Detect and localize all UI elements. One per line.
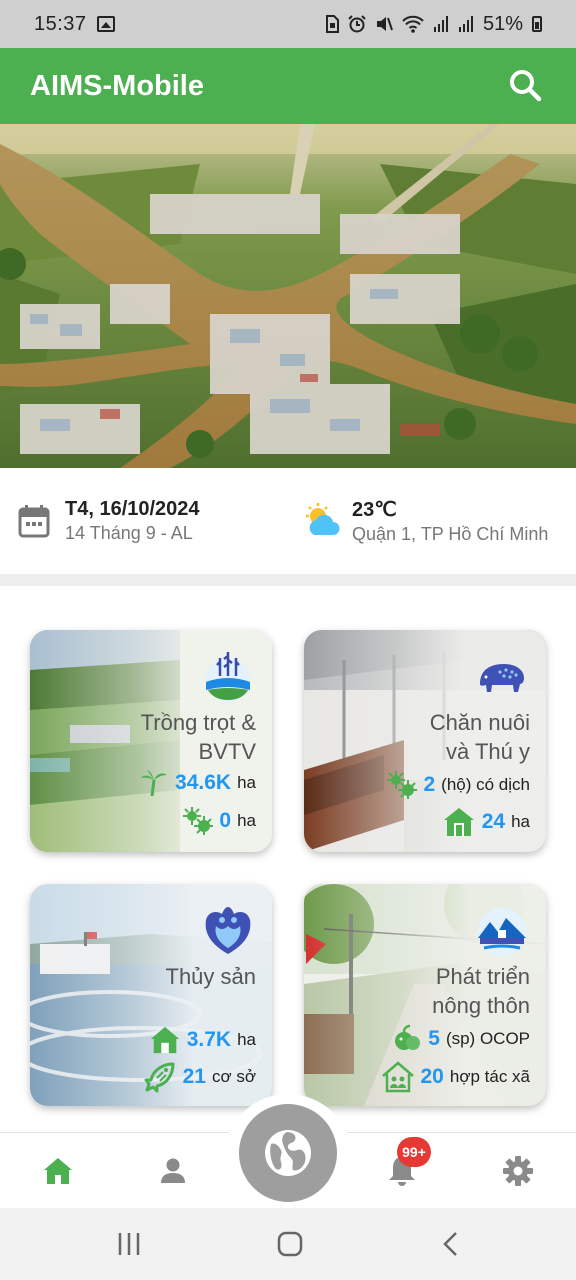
rural-ocop-stat: 5 (sp) OCOP — [392, 1024, 530, 1054]
card-title: Thủy sản — [165, 964, 257, 989]
section-divider — [0, 574, 576, 586]
current-date: T4, 16/10/2024 — [65, 498, 200, 520]
search-button[interactable] — [506, 66, 546, 106]
home-system-button[interactable] — [275, 1230, 305, 1258]
house-icon — [150, 1026, 179, 1054]
nav-home[interactable] — [38, 1151, 78, 1191]
settings-icon — [503, 1156, 533, 1186]
aquaculture-facility-stat: 21 cơ sở — [143, 1060, 256, 1094]
notification-badge: 99+ — [397, 1137, 431, 1167]
battery-percent: 51% — [482, 12, 523, 35]
battery-icon — [532, 16, 542, 32]
app-title: AIMS-Mobile — [30, 69, 204, 102]
date-block: T4, 16/10/2024 14 Tháng 9 - AL — [18, 498, 298, 544]
image-icon — [96, 16, 115, 32]
nav-profile[interactable] — [153, 1151, 193, 1191]
calendar-icon — [18, 505, 50, 538]
hero-image — [0, 124, 576, 468]
palm-tree-icon — [141, 770, 168, 797]
aquaculture-area-stat: 3.7K ha — [149, 1024, 256, 1056]
recent-apps-button[interactable] — [114, 1230, 144, 1258]
back-button[interactable] — [437, 1230, 467, 1258]
alarm-icon — [348, 15, 366, 33]
rural-cooperative-stat: 20 hợp tác xã — [381, 1060, 530, 1094]
lunar-date: 14 Tháng 9 - AL — [65, 523, 193, 543]
recent-apps-icon — [118, 1233, 140, 1255]
farm-house-icon — [443, 808, 474, 836]
status-bar: 15:37 51% — [0, 0, 576, 48]
mute-icon — [376, 17, 393, 31]
globe-button[interactable] — [239, 1104, 337, 1202]
back-chevron-icon — [443, 1232, 457, 1256]
home-circle-icon — [277, 1231, 303, 1257]
crops-area-stat: 34.6K ha — [139, 768, 256, 798]
crops-pest-stat: 0 ha — [183, 806, 256, 836]
location: Quận 1, TP Hồ Chí Minh — [352, 524, 549, 544]
aquaculture-logo-icon — [205, 907, 251, 954]
profile-icon — [161, 1158, 185, 1183]
rural-logo-icon — [478, 908, 526, 956]
status-time: 15:37 — [34, 12, 87, 35]
nav-settings[interactable] — [498, 1151, 538, 1191]
livestock-disease-stat: 2 (hộ) có dịch — [387, 770, 530, 800]
cooperative-icon — [381, 1061, 414, 1093]
signal-icon — [458, 16, 473, 32]
wifi-icon — [402, 15, 424, 33]
system-navigation-bar — [0, 1208, 576, 1280]
sim-icon — [325, 15, 339, 33]
card-crops[interactable]: Trồng trọt & BVTV 34.6K ha 0 ha — [30, 630, 272, 852]
search-icon — [510, 70, 542, 102]
info-row: T4, 16/10/2024 14 Tháng 9 - AL 23℃ Quận … — [0, 468, 576, 574]
virus-icon — [183, 807, 214, 835]
temperature: 23℃ — [352, 499, 397, 521]
fish-icon — [144, 1062, 175, 1093]
livestock-logo-icon — [480, 664, 524, 692]
weather-block: 23℃ Quận 1, TP Hồ Chí Minh — [302, 497, 548, 545]
partly-cloudy-icon — [306, 503, 340, 535]
signal-icon — [433, 16, 448, 32]
status-icons: 51% — [325, 13, 542, 36]
card-rural-development[interactable]: Phát triển nông thôn 5 (sp) OCOP 20 hợp … — [304, 884, 546, 1106]
globe-icon — [265, 1130, 311, 1176]
card-aquaculture[interactable]: Thủy sản 3.7K ha 21 cơ sở — [30, 884, 272, 1106]
home-icon — [44, 1158, 72, 1184]
card-title: Trồng trọt & BVTV — [140, 710, 256, 764]
produce-icon — [395, 1024, 421, 1050]
app-bar: AIMS-Mobile — [0, 48, 576, 124]
crops-logo-icon — [206, 652, 250, 702]
livestock-farm-stat: 24 ha — [442, 805, 530, 839]
card-title: Chăn nuôi và Thú y — [429, 710, 530, 764]
card-livestock[interactable]: Chăn nuôi và Thú y 2 (hộ) có dịch 24 ha — [304, 630, 546, 852]
card-title: Phát triển nông thôn — [432, 964, 530, 1018]
virus-icon — [387, 771, 418, 799]
